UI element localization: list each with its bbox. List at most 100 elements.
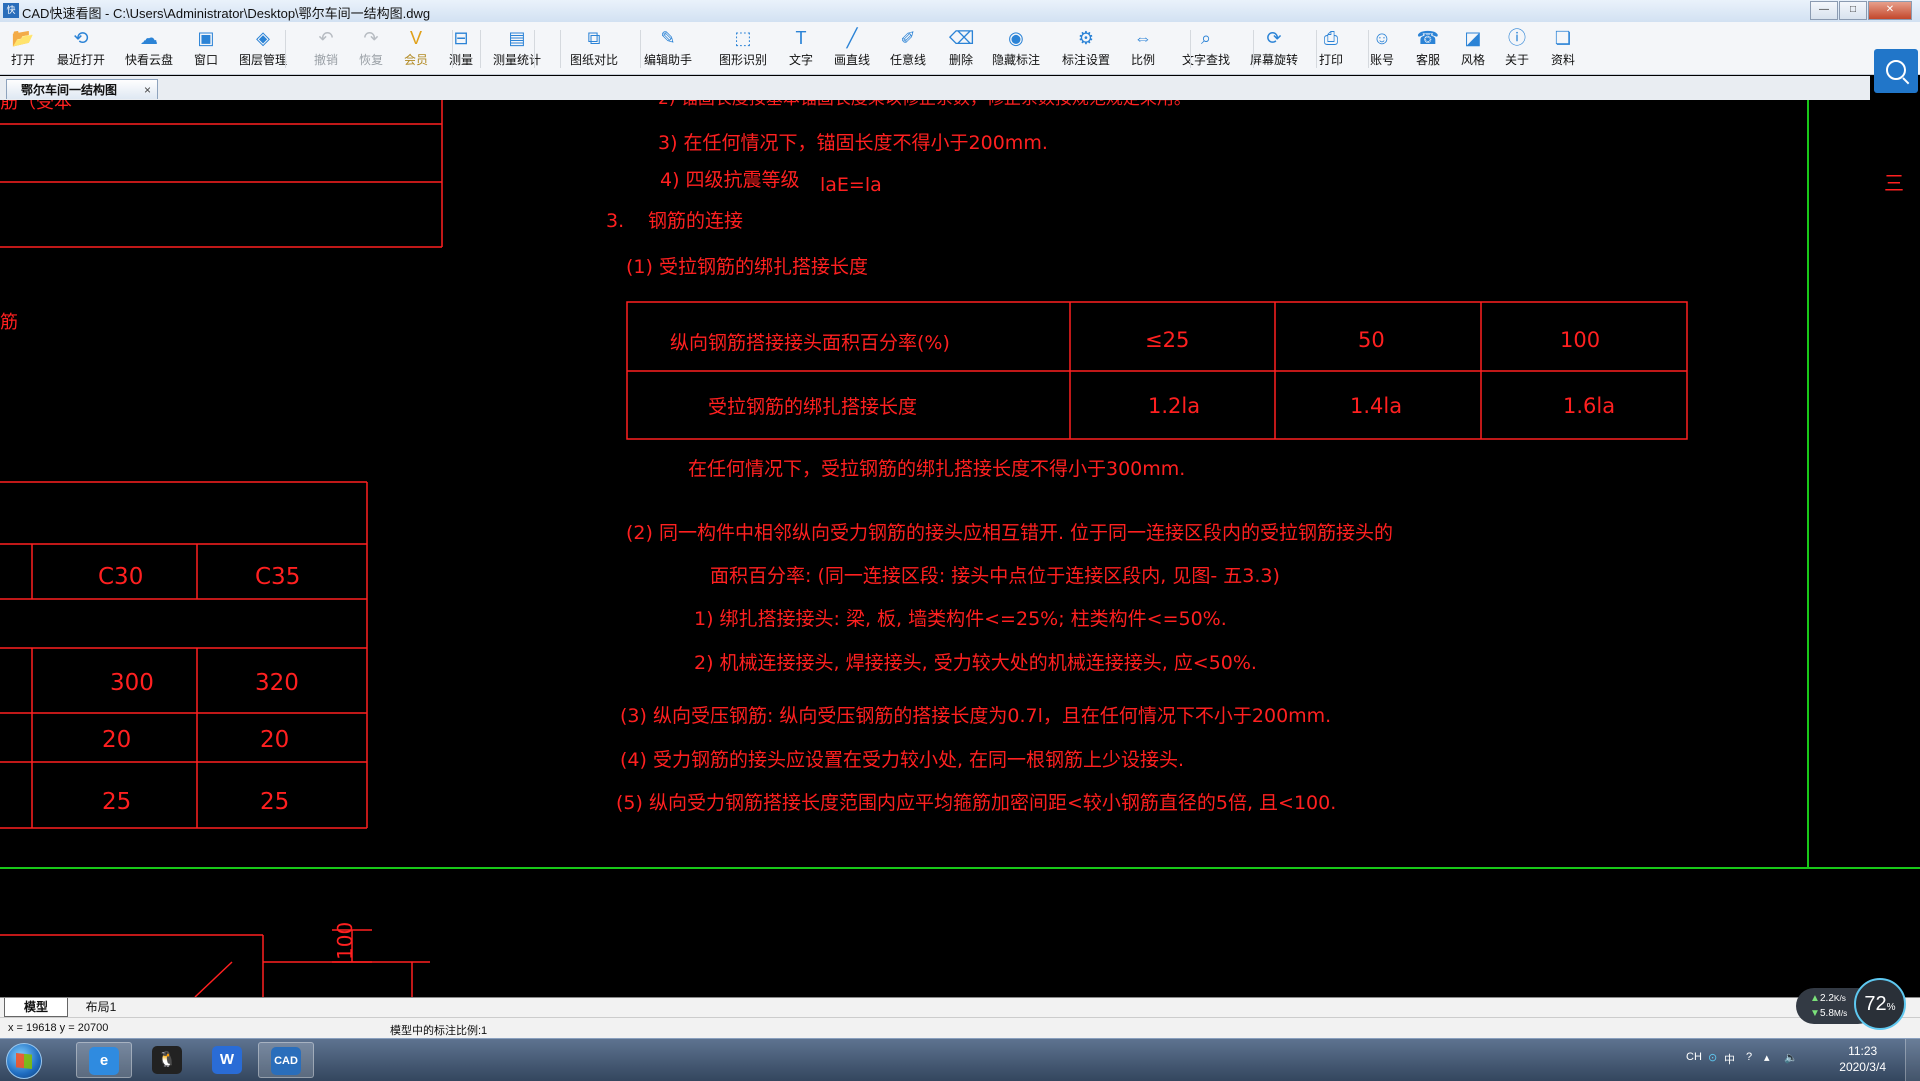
volume-icon[interactable]: 🔈	[1784, 1051, 1798, 1064]
table-cell: 300	[110, 670, 154, 696]
toolbar-scale-button[interactable]: ⇔ 比例	[1120, 26, 1166, 70]
ime-icon[interactable]: ⊙	[1708, 1051, 1717, 1064]
toolbar-separator	[285, 30, 286, 68]
toolbar-freehand-button[interactable]: ✐ 任意线	[877, 26, 939, 70]
clock-time: 11:23	[1848, 1044, 1878, 1058]
toolbar-label: 风格	[1460, 53, 1485, 67]
toolbar-headset-button[interactable]: ☎ 客服	[1405, 26, 1451, 70]
toolbar-label: 文字	[788, 53, 813, 67]
annotation-settings-icon: ⚙	[1077, 28, 1095, 48]
toolbar-recent-button[interactable]: ⟲ 最近打开	[50, 26, 112, 70]
document-tab-bar: 鄂尔车间一结构图 ×	[0, 76, 1870, 101]
note-line: (5) 纵向受力钢筋搭接长度范围内应平均箍筋加密间距<较小钢筋直径的5倍, 且<…	[616, 792, 1336, 814]
ime-mode[interactable]: 中	[1724, 1051, 1735, 1067]
toolbar-window-button[interactable]: ▣ 窗口	[183, 26, 229, 70]
grade-header: C30	[98, 564, 143, 590]
close-tab-icon[interactable]: ×	[144, 80, 151, 100]
compare-icon: ⧉	[587, 28, 601, 48]
scale-icon: ⇔	[1134, 28, 1152, 48]
tab-model[interactable]: 模型	[4, 998, 68, 1017]
toolbar-cloud-button[interactable]: ☁ 快看云盘	[118, 26, 180, 70]
toolbar-vip-button[interactable]: V 会员	[393, 26, 439, 70]
document-tab[interactable]: 鄂尔车间一结构图 ×	[6, 79, 158, 99]
taskbar-cad-button[interactable]: CAD	[258, 1042, 314, 1078]
toolbar-measure-stats-button[interactable]: ▤ 测量统计	[486, 26, 548, 70]
minimize-button[interactable]: —	[1810, 1, 1838, 20]
taskbar-wps-icon: W	[212, 1046, 242, 1074]
toolbar-separator	[480, 30, 481, 68]
taskbar-browser-icon: e	[89, 1047, 119, 1075]
show-desktop-button[interactable]	[1905, 1039, 1920, 1081]
search-button[interactable]	[1874, 49, 1918, 93]
network-monitor-widget[interactable]: ▲ 2.2K/s ▼ 5.8M/s 72%	[1796, 978, 1908, 1030]
text-search-icon: ⌕	[1200, 28, 1212, 48]
freehand-icon: ✐	[900, 28, 916, 48]
start-button[interactable]	[6, 1043, 42, 1079]
note-line: 2) 机械连接接头, 焊接接头, 受力较大处的机械连接接头, 应<50%.	[694, 652, 1257, 674]
toolbar-eraser-button[interactable]: ⌫ 删除	[938, 26, 984, 70]
toolbar-label: 测量统计	[492, 53, 541, 67]
partial-table-top	[0, 100, 443, 248]
note-formula: laE=la	[820, 174, 882, 196]
account-icon: ☺	[1372, 28, 1392, 48]
toolbar-resources-button[interactable]: ❏ 资料	[1540, 26, 1586, 70]
toolbar-account-button[interactable]: ☺ 账号	[1359, 26, 1405, 70]
toolbar-measure-button[interactable]: ⊟ 测量	[438, 26, 484, 70]
toolbar-annotation-settings-button[interactable]: ⚙ 标注设置	[1055, 26, 1117, 70]
grade-header: C35	[255, 564, 300, 590]
toolbar-compare-button[interactable]: ⧉ 图纸对比	[563, 26, 625, 70]
tray-expand-icon[interactable]: ▴	[1764, 1051, 1770, 1064]
status-bar: x = 19618 y = 20700 模型中的标注比例:1	[0, 1017, 1920, 1039]
toolbar-print-button[interactable]: ⎙ 打印	[1308, 26, 1354, 70]
toolbar-text-search-button[interactable]: ⌕ 文字查找	[1175, 26, 1237, 70]
toolbar-style-button[interactable]: ◪ 风格	[1450, 26, 1496, 70]
help-icon[interactable]: ?	[1746, 1051, 1752, 1063]
window-title: CAD快速看图 - C:\Users\Administrator\Desktop…	[22, 6, 431, 21]
layers-icon: ◈	[256, 28, 270, 48]
cad-app-icon: 快	[3, 3, 19, 18]
toolbar-line-button[interactable]: ╱ 画直线	[821, 26, 883, 70]
eraser-icon: ⌫	[949, 28, 975, 48]
toolbar-folder-open-button[interactable]: 📂 打开	[0, 26, 46, 70]
language-indicator[interactable]: CH	[1686, 1051, 1702, 1063]
maximize-button[interactable]: □	[1839, 1, 1867, 20]
note-line: 面积百分率: (同一连接区段: 接头中点位于连接区段内, 见图- 五3.3)	[710, 565, 1280, 587]
print-icon: ⎙	[1323, 28, 1339, 48]
note-line: (4) 受力钢筋的接头应设置在受力较小处, 在同一根钢筋上少设接头.	[620, 749, 1184, 771]
toolbar-separator	[1190, 30, 1191, 68]
cloud-icon: ☁	[140, 28, 158, 48]
upload-arrow-icon: ▲	[1810, 993, 1820, 1004]
annotation-scale: 模型中的标注比例:1	[390, 1025, 488, 1037]
windows-logo-icon	[16, 1053, 32, 1069]
document-tab-label: 鄂尔车间一结构图	[21, 83, 118, 97]
taskbar-qq-button[interactable]: 🐧	[140, 1042, 196, 1078]
recent-icon: ⟲	[73, 28, 89, 48]
toolbar-label: 恢复	[358, 53, 383, 67]
drawing-canvas[interactable]: 筋（受本 筋 三 2) 锚固长度按基本锚固长度乘以修正系数，修正系数按规范规定采…	[0, 100, 1920, 997]
close-button[interactable]: ✕	[1868, 1, 1912, 20]
note-line: 2) 锚固长度按基本锚固长度乘以修正系数，修正系数按规范规定采用。	[658, 100, 1191, 109]
windows-taskbar: e 🐧 W CAD CH ⊙ 中 ? ▴ 🔈 11:23 2020/3/4	[0, 1038, 1920, 1081]
toolbar-shape-recognize-button[interactable]: ⬚ 图形识别	[712, 26, 774, 70]
taskbar-wps-button[interactable]: W	[200, 1042, 256, 1078]
rotate-screen-icon: ⟳	[1266, 28, 1282, 48]
toolbar-hide-annotation-button[interactable]: ◉ 隐藏标注	[985, 26, 1047, 70]
tab-layout1[interactable]: 布局1	[70, 998, 132, 1016]
taskbar-browser-button[interactable]: e	[76, 1042, 132, 1078]
note-line: (3) 纵向受压钢筋: 纵向受压钢筋的搭接长度为0.7l，且在任何情况下不小于2…	[620, 705, 1331, 727]
system-clock[interactable]: 11:23 2020/3/4	[1839, 1043, 1886, 1075]
toolbar-text-button[interactable]: T 文字	[778, 26, 824, 70]
taskbar-cad-icon: CAD	[271, 1047, 301, 1075]
toolbar-separator	[1253, 30, 1254, 68]
edit-assistant-icon: ✎	[660, 28, 676, 48]
toolbar-label: 比例	[1130, 53, 1155, 67]
toolbar-label: 资料	[1550, 53, 1575, 67]
toolbar-info-button[interactable]: ⓘ 关于	[1494, 26, 1540, 70]
table-cell: 50	[1358, 328, 1385, 352]
cad-drawing[interactable]: 筋（受本 筋 三 2) 锚固长度按基本锚固长度乘以修正系数，修正系数按规范规定采…	[0, 100, 1920, 997]
right-fragment: 三	[1884, 171, 1904, 195]
table-cell: 25	[260, 789, 289, 815]
toolbar-separator	[1368, 30, 1369, 68]
table-cell: 1.6la	[1563, 394, 1615, 418]
toolbar-edit-assistant-button[interactable]: ✎ 编辑助手	[637, 26, 699, 70]
